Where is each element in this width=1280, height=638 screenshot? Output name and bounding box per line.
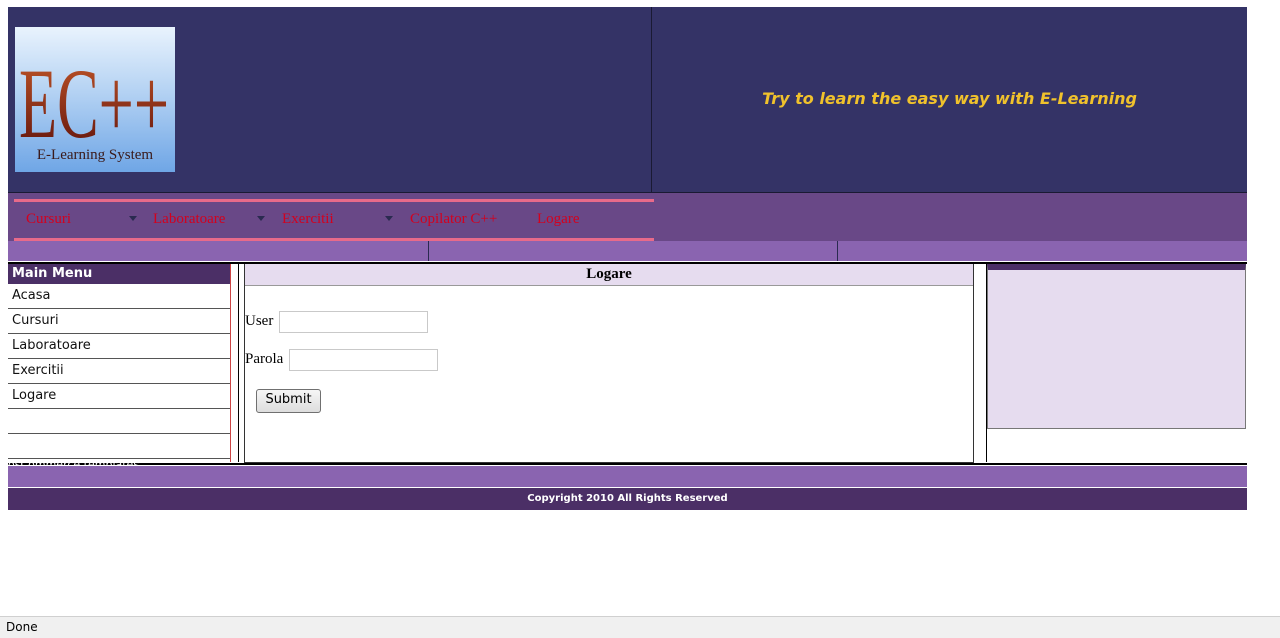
login-title: Logare (245, 264, 973, 286)
chevron-down-icon[interactable] (385, 216, 393, 221)
password-label: Parola (245, 351, 284, 367)
chevron-down-icon[interactable] (129, 216, 137, 221)
password-input[interactable] (289, 349, 438, 371)
top-nav-menu: Cursuri Laboratoare Exercitii Copilator … (14, 199, 654, 241)
main-menu-title: Main Menu (8, 264, 230, 284)
nav-item-logare[interactable]: Logare (537, 211, 579, 228)
sidebar-item-empty (8, 409, 230, 434)
sidebar-item-acasa[interactable]: Acasa (8, 284, 230, 309)
nav-item-exercitii[interactable]: Exercitii (282, 211, 334, 228)
chevron-down-icon[interactable] (257, 216, 265, 221)
site-header: EC++ E-Learning System Try to learn the … (8, 7, 1247, 192)
sidebar-item-empty (8, 434, 230, 459)
logo-text: EC++ (19, 48, 169, 159)
status-text: Done (6, 620, 38, 634)
sidebar-item-exercitii[interactable]: Exercitii (8, 359, 230, 384)
sidebar-item-cursuri[interactable]: Cursuri (8, 309, 230, 334)
sidebar-item-laboratoare[interactable]: Laboratoare (8, 334, 230, 359)
nav-item-laboratoare[interactable]: Laboratoare (153, 211, 225, 228)
tagline: Try to learn the easy way with E-Learnin… (762, 89, 1137, 108)
content-bottom-border (8, 463, 1247, 465)
login-panel: Logare User Parola Submit (244, 264, 974, 463)
browser-status-bar: Done (0, 616, 1280, 638)
sub-nav-strip (8, 241, 1247, 261)
copyright-footer: Copyright 2010 All Rights Reserved (8, 488, 1247, 510)
top-nav-bar: Cursuri Laboratoare Exercitii Copilator … (8, 192, 1247, 241)
nav-item-compilator[interactable]: Copilator C++ (410, 211, 497, 228)
sidebar-item-logare[interactable]: Logare (8, 384, 230, 409)
right-panel (987, 264, 1246, 429)
site-logo[interactable]: EC++ E-Learning System (15, 27, 175, 172)
main-menu: Main Menu Acasa Cursuri Laboratoare Exer… (8, 264, 231, 462)
logo-subtitle: E-Learning System (37, 147, 154, 163)
strip-divider (428, 241, 429, 261)
strip-divider (837, 241, 838, 261)
submit-button[interactable]: Submit (256, 389, 321, 413)
footer-strip (8, 466, 1247, 487)
column-divider (238, 264, 239, 462)
user-input[interactable] (279, 311, 428, 333)
nav-item-cursuri[interactable]: Cursuri (26, 211, 71, 228)
user-label: User (245, 313, 274, 329)
